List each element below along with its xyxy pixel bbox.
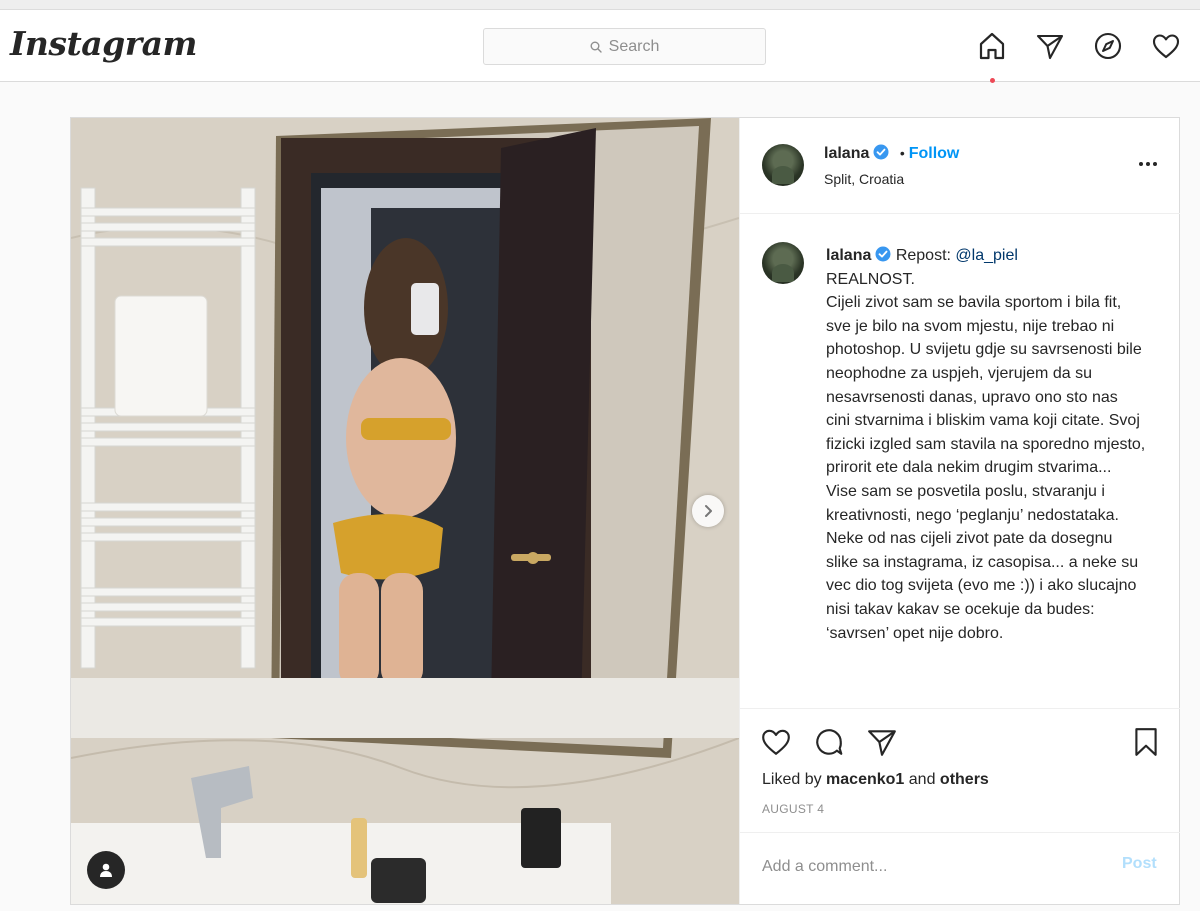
likes-summary: Liked by macenko1 and others <box>762 771 989 789</box>
notification-dot <box>990 78 995 83</box>
caption-first-line: lalana Repost: @la_piel <box>826 244 1146 268</box>
instagram-logo[interactable]: Instagram <box>10 24 197 63</box>
explore-compass-icon[interactable] <box>1092 30 1124 62</box>
save-bookmark-icon[interactable] <box>1128 724 1164 760</box>
follow-separator: • <box>899 145 905 161</box>
post-location[interactable]: Split, Croatia <box>824 171 904 187</box>
comment-box: Post <box>740 832 1180 905</box>
post-header: lalana • Follow Split, Croatia <box>740 118 1180 214</box>
comment-bubble-icon[interactable] <box>811 724 847 760</box>
follow-button[interactable]: Follow <box>909 145 960 162</box>
ellipsis-icon <box>1139 162 1157 166</box>
likes-prefix: Liked by <box>762 771 822 788</box>
caption-text: lalana Repost: @la_piel REALNOST. Cijeli… <box>826 244 1146 645</box>
repost-prefix: Repost: <box>895 247 951 264</box>
tagged-users-button[interactable] <box>87 851 125 889</box>
chevron-right-icon <box>705 505 712 517</box>
user-silhouette-icon <box>100 863 112 877</box>
author-username[interactable]: lalana <box>824 145 869 162</box>
comment-input[interactable] <box>762 853 1092 881</box>
share-paper-plane-icon[interactable] <box>864 724 900 760</box>
repost-mention-link[interactable]: @la_piel <box>955 247 1018 264</box>
caption-body: Cijeli zivot sam se bavila sportom i bil… <box>826 294 1146 642</box>
activity-heart-icon[interactable] <box>1150 30 1182 62</box>
search-icon <box>590 41 602 53</box>
like-heart-icon[interactable] <box>758 724 794 760</box>
next-photo-button[interactable] <box>692 495 724 527</box>
search-box[interactable]: Search <box>483 28 766 65</box>
author-line: lalana • Follow <box>824 144 959 163</box>
search-placeholder: Search <box>608 37 660 55</box>
post-date[interactable]: AUGUST 4 <box>762 802 824 816</box>
post-card: lalana • Follow Split, Croatia lalana Re… <box>70 117 1180 905</box>
likes-first-user[interactable]: macenko1 <box>826 771 904 788</box>
caption-section: lalana Repost: @la_piel REALNOST. Cijeli… <box>740 214 1180 708</box>
top-navigation-bar: Instagram Search <box>0 10 1200 83</box>
likes-joiner: and <box>908 771 936 788</box>
bathroom-mirror-photo <box>71 118 739 904</box>
caption-title: REALNOST. <box>826 270 915 288</box>
caption-username[interactable]: lalana <box>826 247 871 264</box>
post-comment-button[interactable]: Post <box>1122 855 1157 873</box>
post-sidebar: lalana • Follow Split, Croatia lalana Re… <box>739 118 1180 904</box>
browser-top-strip <box>0 0 1200 10</box>
home-icon[interactable] <box>976 30 1008 62</box>
caption-avatar[interactable] <box>762 242 804 284</box>
verified-badge-icon <box>873 144 889 160</box>
author-avatar[interactable] <box>762 144 804 186</box>
verified-badge-icon <box>875 246 891 262</box>
post-photo[interactable] <box>71 118 739 904</box>
likes-others-link[interactable]: others <box>940 771 989 788</box>
direct-message-icon[interactable] <box>1034 30 1066 62</box>
post-actions: Liked by macenko1 and others AUGUST 4 Po… <box>740 708 1180 904</box>
more-options-button[interactable] <box>1136 154 1160 174</box>
